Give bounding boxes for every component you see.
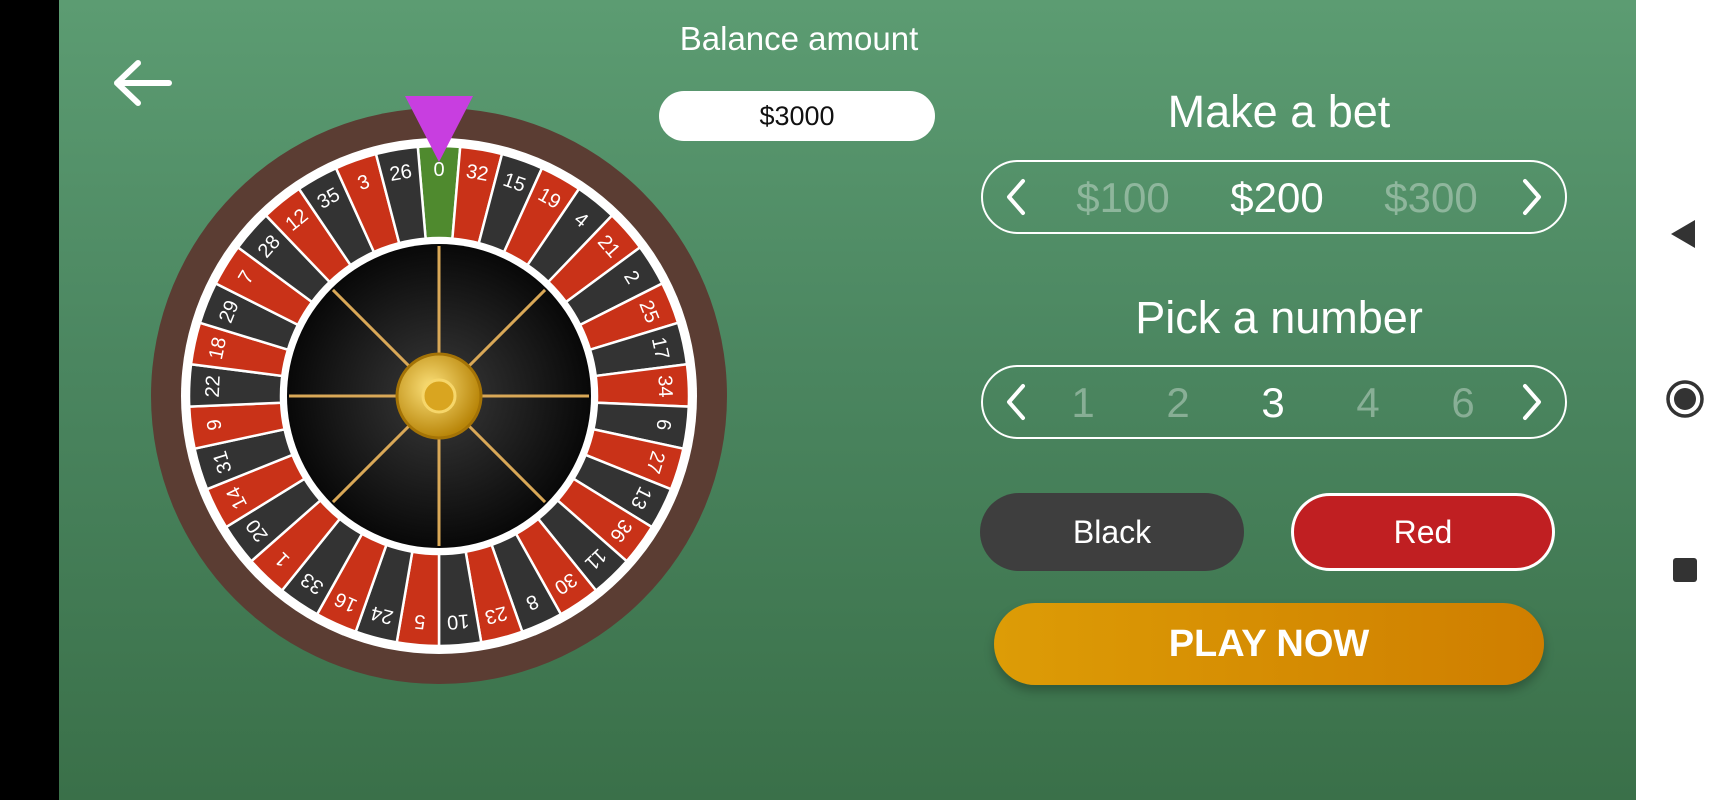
bet-picker[interactable]: $100 $200 $300 (981, 160, 1567, 234)
chevron-left-icon[interactable] (997, 382, 1037, 422)
black-button[interactable]: Black (980, 493, 1244, 571)
number-option[interactable]: 2 (1148, 367, 1208, 439)
chevron-left-icon[interactable] (997, 177, 1037, 217)
number-option[interactable]: 1 (1053, 367, 1113, 439)
wheel-number: 10 (446, 609, 470, 633)
chevron-right-icon[interactable] (1511, 382, 1551, 422)
number-option[interactable]: 4 (1338, 367, 1398, 439)
wheel-number: 18 (205, 335, 231, 361)
wheel-number: 22 (202, 375, 225, 398)
bet-option[interactable]: $300 (1361, 162, 1501, 234)
android-nav-bar (1636, 0, 1733, 800)
number-option-selected[interactable]: 3 (1243, 367, 1303, 439)
make-a-bet-title: Make a bet (1167, 86, 1391, 137)
wheel-center-knob (421, 378, 457, 414)
wheel-number: 34 (653, 375, 676, 398)
game-screen: Balance amount $3000 0 32 15 19 4 21 2 25 17 34 6 2… (59, 0, 1636, 800)
triangle-back-icon[interactable] (1636, 214, 1733, 259)
bet-option[interactable]: $100 (1053, 162, 1193, 234)
square-recents-icon[interactable] (1636, 550, 1733, 595)
roulette-wheel: 0 32 1519421225173462713361130823105241633… (151, 96, 727, 684)
red-button[interactable]: Red (1291, 493, 1555, 571)
wheel-number: 0 (433, 159, 444, 181)
pick-a-number-title: Pick a number (1135, 292, 1423, 343)
play-now-button[interactable]: PLAY NOW (994, 603, 1544, 685)
number-option[interactable]: 6 (1433, 367, 1493, 439)
wheel-number: 17 (647, 335, 673, 361)
wheel-number: 5 (413, 610, 426, 633)
wheel-number: 26 (388, 161, 414, 186)
bet-option-selected[interactable]: $200 (1207, 162, 1347, 234)
chevron-right-icon[interactable] (1511, 177, 1551, 217)
wheel-number: 32 (464, 161, 490, 186)
circle-home-icon[interactable] (1636, 378, 1733, 425)
balance-label: Balance amount (679, 20, 919, 57)
number-picker[interactable]: 1 2 3 4 6 (981, 365, 1567, 439)
left-black-bar (0, 0, 59, 800)
